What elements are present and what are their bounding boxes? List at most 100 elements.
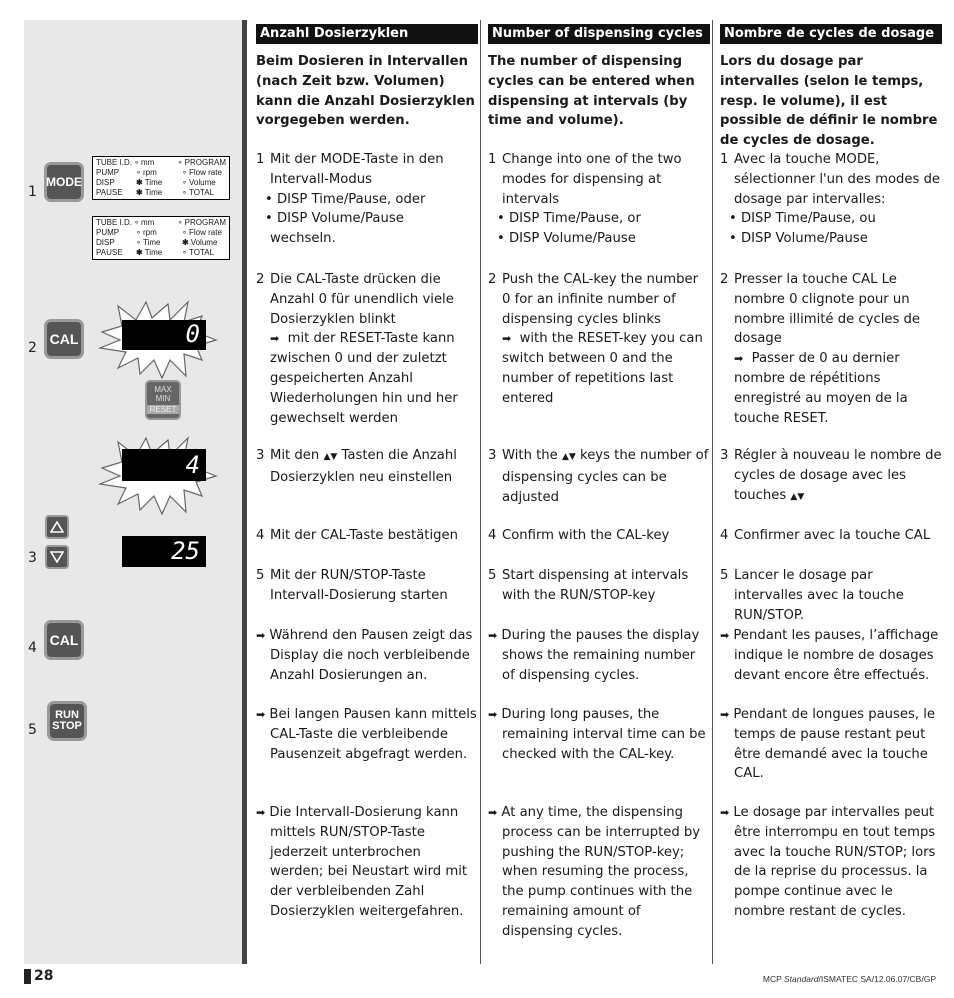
step-text: Presser la touche CAL Le nombre 0 cligno… bbox=[734, 272, 921, 347]
ref-prefix: MCP bbox=[762, 974, 785, 984]
note: ➡ During the pauses the display shows th… bbox=[488, 626, 710, 685]
note-text-block: ➡ During long pauses, the remaining inte… bbox=[488, 705, 710, 764]
run-stop-key[interactable]: RUN STOP bbox=[47, 701, 87, 741]
panel-label: Time bbox=[143, 238, 161, 247]
indicator-off-icon: ∘ bbox=[177, 158, 183, 167]
max-label: MAX bbox=[154, 385, 172, 394]
step-note: ➡ Passer de 0 au dernier nombre de répét… bbox=[720, 349, 942, 428]
arrow-right-icon: ➡ bbox=[256, 629, 266, 642]
note-text: During the pauses the display shows the … bbox=[501, 628, 700, 683]
panel-label: rpm bbox=[143, 228, 157, 237]
down-key[interactable] bbox=[45, 545, 69, 569]
step-number: 4 bbox=[720, 528, 729, 543]
step-number: 3 bbox=[488, 448, 497, 463]
note: ➡ Le dosage par intervalles peut être in… bbox=[720, 803, 942, 922]
cal-key[interactable]: CAL bbox=[44, 620, 84, 660]
arrow-right-icon: ➡ bbox=[488, 806, 498, 819]
note-text: At any time, the dispensing process can … bbox=[501, 805, 701, 939]
step-note: ➡ mit der RESET-Taste kann zwischen 0 un… bbox=[256, 329, 478, 428]
step-3: 3 With the ▲▼ keys the number of dispens… bbox=[488, 446, 710, 507]
panel-label: mm bbox=[140, 218, 155, 227]
note-text: Pendant les pauses, l’affichage indique … bbox=[733, 628, 939, 683]
bullet-item: • DISP Time/Pause, oder bbox=[265, 191, 426, 207]
step-number-5: 5 bbox=[28, 722, 37, 738]
note-text-block: ➡ Pendant de longues pauses, le temps de… bbox=[720, 705, 942, 784]
cal-key[interactable]: CAL bbox=[44, 319, 84, 359]
bullet-text: DISP Time/Pause, oder bbox=[276, 191, 426, 207]
note: ➡ Während den Pausen zeigt das Display d… bbox=[256, 626, 478, 685]
panel-row: PUMP ∘ rpm ∘ Flow rate bbox=[96, 228, 226, 238]
panel-label: TOTAL bbox=[189, 188, 215, 197]
step-1: 1 Change into one of the two modes for d… bbox=[488, 150, 710, 249]
step-text: Régler à nouveau le nombre de cycles de … bbox=[720, 446, 942, 507]
note-text: mit der RESET-Taste kann zwischen 0 und … bbox=[270, 331, 458, 426]
bullet-text: DISP Time/Pause, ou bbox=[740, 211, 876, 227]
column-heading: Anzahl Dosierzyklen bbox=[256, 24, 478, 44]
intro-text: Lors du dosage par intervalles (selon le… bbox=[720, 54, 938, 149]
step-number: 2 bbox=[488, 272, 497, 287]
intro-text: The number of dispensing cycles can be e… bbox=[488, 54, 695, 129]
panel-label: PUMP bbox=[96, 228, 120, 237]
step-text: With the ▲▼ keys the number of dispensin… bbox=[488, 446, 710, 507]
document-reference: MCP Standard/ISMATEC SA/12.06.07/CB/GP bbox=[763, 974, 936, 984]
up-key[interactable] bbox=[45, 515, 69, 539]
panel-row: TUBE I.D. ∘ mm ∘ PROGRAM bbox=[96, 218, 226, 228]
step-number: 3 bbox=[256, 448, 265, 463]
step-number-4: 4 bbox=[28, 640, 37, 656]
display-value: 25 bbox=[122, 536, 206, 567]
step-number: 1 bbox=[256, 152, 265, 167]
display-blink-four: 4 bbox=[122, 449, 206, 481]
step-number: 1 bbox=[720, 152, 729, 167]
step-text: Lancer le dosage par intervalles avec la… bbox=[734, 568, 904, 623]
panel-label: Time bbox=[144, 248, 163, 257]
max-min-reset-key[interactable]: MAX MIN RESET bbox=[145, 380, 181, 420]
step-1: 1 Avec la touche MODE, sélectionner l'un… bbox=[720, 150, 942, 249]
step-text: Push the CAL-key the number 0 for an inf… bbox=[502, 272, 699, 327]
mode-key[interactable]: MODE bbox=[44, 162, 84, 202]
note: ➡ At any time, the dispensing process ca… bbox=[488, 803, 710, 942]
bullet-text: DISP Volume/Pause bbox=[740, 231, 868, 247]
indicator-on-icon: ✱ bbox=[182, 238, 189, 247]
up-down-arrows-icon: ▲▼ bbox=[790, 491, 805, 502]
bullet-text: DISP Volume/Pause bbox=[276, 211, 404, 227]
panel-label: PAUSE bbox=[96, 248, 123, 257]
arrow-right-icon: ➡ bbox=[734, 352, 744, 366]
step-note: ➡ with the RESET-key you can switch betw… bbox=[488, 329, 710, 408]
step-3: 3 Régler à nouveau le nombre de cycles d… bbox=[720, 446, 942, 507]
arrow-right-icon: ➡ bbox=[720, 629, 730, 642]
note-text: with the RESET-key you can switch betwee… bbox=[502, 331, 703, 406]
panel-label: Flow rate bbox=[189, 228, 222, 237]
note: ➡ Pendant de longues pauses, le temps de… bbox=[720, 705, 942, 784]
step-2: 2 Presser la touche CAL Le nombre 0 clig… bbox=[720, 270, 942, 428]
indicator-off-icon: ∘ bbox=[177, 218, 183, 227]
step-5: 5 Mit der RUN/STOP-Taste Intervall-Dosie… bbox=[256, 566, 478, 606]
step-number: 4 bbox=[256, 528, 265, 543]
panel-label: PAUSE bbox=[96, 188, 123, 197]
language-column: Number of dispensing cycles The number o… bbox=[488, 24, 710, 939]
step-text: Confirmer avec la touche CAL bbox=[734, 528, 931, 543]
panel-row: TUBE I.D. ∘ mm ∘ PROGRAM bbox=[96, 158, 226, 168]
column-divider bbox=[480, 20, 481, 964]
indicator-on-icon: ✱ bbox=[136, 178, 143, 187]
panel-label: TOTAL bbox=[189, 248, 215, 257]
column-heading: Nombre de cycles de dosage bbox=[720, 24, 942, 44]
text-pre: Mit den bbox=[270, 448, 320, 463]
step-number: 2 bbox=[256, 272, 265, 287]
mode-panel-volume: TUBE I.D. ∘ mm ∘ PROGRAM PUMP ∘ rpm ∘ Flow rate DI… bbox=[92, 216, 230, 260]
note-text-block: ➡ During the pauses the display shows th… bbox=[488, 626, 710, 685]
arrow-right-icon: ➡ bbox=[488, 708, 498, 721]
bullet-item: • DISP Volume/Pause bbox=[729, 231, 868, 247]
step-text: Mit der CAL-Taste bestätigen bbox=[270, 528, 458, 543]
step-2: 2 Push the CAL-key the number 0 for an i… bbox=[488, 270, 710, 409]
arrow-right-icon: ➡ bbox=[256, 806, 266, 819]
page-marker bbox=[24, 968, 31, 984]
arrow-right-icon: ➡ bbox=[488, 629, 498, 642]
panel-label: Volume bbox=[190, 238, 218, 247]
step-text-tail: wechseln. bbox=[270, 231, 336, 247]
step-2: 2 Die CAL-Taste drücken die Anzahl 0 für… bbox=[256, 270, 478, 428]
step-3: 3 Mit den ▲▼ Tasten die Anzahl Dosierzyk… bbox=[256, 446, 478, 488]
indicator-off-icon: ∘ bbox=[182, 178, 188, 187]
step-4: 4 Confirm with the CAL-key bbox=[488, 526, 710, 546]
stop-label: STOP bbox=[52, 720, 82, 732]
mode-panel-time: TUBE I.D. ∘ mm ∘ PROGRAM PUMP ∘ rpm ∘ Flow rate DI… bbox=[92, 156, 230, 200]
